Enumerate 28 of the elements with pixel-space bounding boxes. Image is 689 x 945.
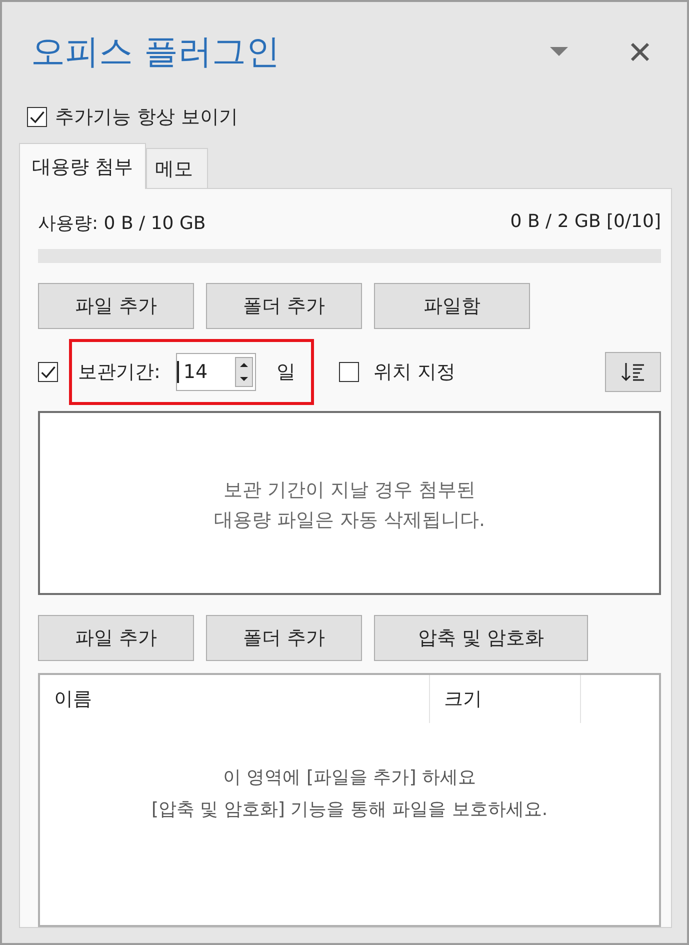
- action-button[interactable]: 폴더 추가: [206, 615, 362, 661]
- checkbox-label: 추가기능 항상 보이기: [55, 105, 238, 130]
- sort-button[interactable]: [605, 352, 661, 392]
- checkbox[interactable]: [38, 362, 58, 382]
- action-button[interactable]: 폴더 추가: [206, 283, 362, 329]
- close-icon[interactable]: [630, 42, 650, 62]
- sort-icon: [621, 361, 645, 383]
- empty-list-text: 이 영역에 [파일을 추가] 하세요 [압축 및 암호화] 기능을 통해 파일을 보호하세요.: [151, 766, 548, 822]
- dropdown-caret-icon[interactable]: [550, 47, 568, 57]
- usage-text: 사용량: 0 B / 10 GB: [38, 212, 206, 235]
- panel-title: 오피스 플러그인: [31, 31, 281, 74]
- checkbox-label: 위치 지정: [373, 360, 456, 385]
- checkbox[interactable]: [27, 107, 47, 127]
- checkbox-label: 보관기간:: [78, 360, 160, 385]
- column-header[interactable]: 크기: [430, 675, 581, 723]
- action-button[interactable]: 파일 추가: [38, 283, 194, 329]
- action-button[interactable]: 파일 추가: [38, 615, 194, 661]
- action-button[interactable]: 압축 및 암호화: [374, 615, 588, 661]
- number-spinner[interactable]: 14: [176, 353, 256, 391]
- column-header[interactable]: 이름: [40, 675, 430, 723]
- tab[interactable]: 메모: [146, 148, 208, 188]
- file-list[interactable]: 이름 크기 이 영역에 [파일을 추가] 하세요 [압축 및 암호화] 기능을 통해 파일을 보호하세요.: [38, 673, 661, 927]
- usage-count: 0 B / 2 GB [0/10]: [510, 211, 661, 234]
- tab[interactable]: 대용량 첨부: [19, 143, 146, 189]
- action-button[interactable]: 파일함: [374, 283, 530, 329]
- unit-label: 일: [276, 360, 296, 385]
- notice-text: 보관 기간이 지날 경우 첨부된 대용량 파일은 자동 삭제됩니다.: [214, 478, 486, 533]
- checkbox[interactable]: [339, 362, 360, 382]
